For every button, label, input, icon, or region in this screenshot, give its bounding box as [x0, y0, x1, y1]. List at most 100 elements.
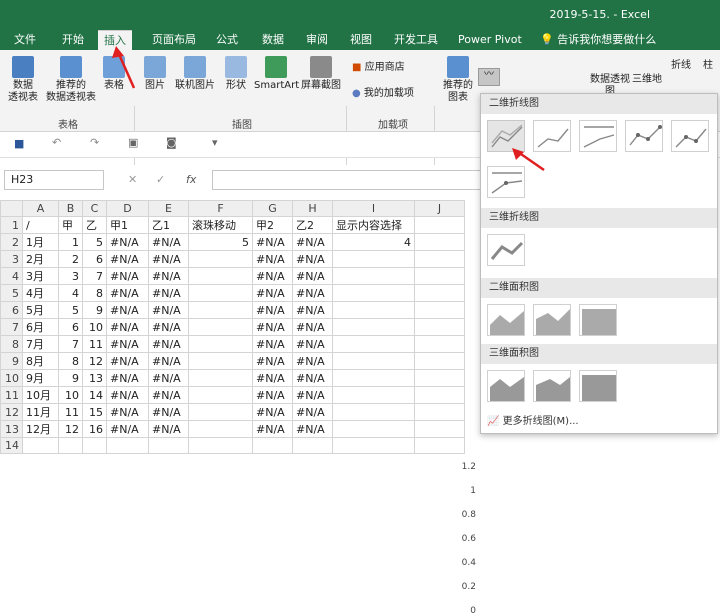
- cell[interactable]: [332, 437, 415, 454]
- cell[interactable]: [414, 267, 465, 285]
- cell[interactable]: #N/A: [148, 403, 189, 421]
- save-icon[interactable]: ■: [14, 137, 24, 150]
- redo-icon[interactable]: ↷: [90, 136, 99, 149]
- cell[interactable]: [188, 284, 253, 302]
- cell[interactable]: 12: [82, 352, 107, 370]
- cell[interactable]: 乙1: [148, 216, 189, 234]
- chart-type-stacked-line[interactable]: [533, 120, 571, 152]
- print-preview-icon[interactable]: ▣: [128, 136, 138, 149]
- tab-developer[interactable]: 开发工具: [394, 30, 438, 50]
- chart-type-3d-area[interactable]: [487, 370, 525, 402]
- cell[interactable]: 3: [58, 267, 83, 285]
- cell[interactable]: #N/A: [106, 267, 149, 285]
- my-addins-button[interactable]: ● 我的加载项: [352, 88, 422, 100]
- cell[interactable]: #N/A: [252, 369, 293, 387]
- cell[interactable]: 10月: [22, 386, 59, 404]
- cell[interactable]: 8: [82, 284, 107, 302]
- cell[interactable]: [332, 301, 415, 319]
- tab-home[interactable]: 开始: [62, 30, 84, 50]
- cell[interactable]: [414, 369, 465, 387]
- chart-type-100-stacked-line-markers[interactable]: [487, 166, 525, 198]
- cell[interactable]: [414, 420, 465, 438]
- col-header-c[interactable]: C: [82, 200, 107, 217]
- cell[interactable]: [188, 250, 253, 268]
- cell[interactable]: #N/A: [148, 267, 189, 285]
- recommended-charts-button[interactable]: 推荐的 图表: [440, 56, 476, 104]
- row-header[interactable]: 9: [0, 352, 23, 370]
- cell[interactable]: [252, 437, 293, 454]
- cell[interactable]: [414, 233, 465, 251]
- cell[interactable]: #N/A: [106, 318, 149, 336]
- cell[interactable]: 9: [58, 369, 83, 387]
- cell[interactable]: #N/A: [252, 352, 293, 370]
- cell[interactable]: 乙: [82, 216, 107, 234]
- cell[interactable]: [414, 318, 465, 336]
- cell[interactable]: [332, 420, 415, 438]
- chart-type-3d-stacked-area[interactable]: [533, 370, 571, 402]
- cell[interactable]: #N/A: [106, 420, 149, 438]
- row-header[interactable]: 3: [0, 250, 23, 268]
- cell[interactable]: 4月: [22, 284, 59, 302]
- cell[interactable]: #N/A: [292, 318, 333, 336]
- cell[interactable]: #N/A: [148, 420, 189, 438]
- picture-button[interactable]: 图片: [140, 56, 170, 92]
- shapes-button[interactable]: 形状: [220, 56, 252, 92]
- pivot-table-button[interactable]: 数据 透视表: [6, 56, 40, 104]
- cell[interactable]: [188, 301, 253, 319]
- cell[interactable]: [22, 437, 59, 454]
- 3d-map-button[interactable]: 三维地: [632, 74, 662, 86]
- line-chart-dropdown[interactable]: 〰: [478, 68, 500, 86]
- cell[interactable]: [332, 403, 415, 421]
- chart-type-100-stacked-line[interactable]: [579, 120, 617, 152]
- cell[interactable]: #N/A: [106, 250, 149, 268]
- cell[interactable]: /: [22, 216, 59, 234]
- cell[interactable]: [414, 301, 465, 319]
- customize-qat-icon[interactable]: ▾: [212, 136, 218, 149]
- cell[interactable]: #N/A: [148, 352, 189, 370]
- cell[interactable]: [332, 284, 415, 302]
- cell[interactable]: 4: [332, 233, 415, 251]
- cell[interactable]: [292, 437, 333, 454]
- cell[interactable]: #N/A: [252, 233, 293, 251]
- cell[interactable]: [414, 250, 465, 268]
- cell[interactable]: 显示内容选择: [332, 216, 415, 234]
- row-header[interactable]: 12: [0, 403, 23, 421]
- cell[interactable]: [148, 437, 189, 454]
- cell[interactable]: #N/A: [292, 301, 333, 319]
- cell[interactable]: 5: [188, 233, 253, 251]
- row-header[interactable]: 11: [0, 386, 23, 404]
- cell[interactable]: #N/A: [252, 403, 293, 421]
- cell[interactable]: [332, 352, 415, 370]
- cell[interactable]: 1月: [22, 233, 59, 251]
- chart-type-3d-line[interactable]: [487, 234, 525, 266]
- row-header[interactable]: 14: [0, 437, 23, 454]
- cell[interactable]: 8: [58, 352, 83, 370]
- cell[interactable]: 甲: [58, 216, 83, 234]
- col-header-j[interactable]: J: [414, 200, 465, 217]
- cell[interactable]: 滚珠移动: [188, 216, 253, 234]
- row-header[interactable]: 8: [0, 335, 23, 353]
- row-header[interactable]: 5: [0, 284, 23, 302]
- chart-type-area[interactable]: [487, 304, 525, 336]
- cell[interactable]: [188, 335, 253, 353]
- col-header-d[interactable]: D: [106, 200, 149, 217]
- cell[interactable]: #N/A: [292, 267, 333, 285]
- select-all[interactable]: [0, 200, 23, 217]
- cell[interactable]: #N/A: [148, 250, 189, 268]
- cell[interactable]: [82, 437, 107, 454]
- cell[interactable]: 16: [82, 420, 107, 438]
- cell[interactable]: #N/A: [106, 403, 149, 421]
- cell[interactable]: #N/A: [252, 318, 293, 336]
- tab-page-layout[interactable]: 页面布局: [152, 30, 196, 50]
- tab-data[interactable]: 数据: [262, 30, 284, 50]
- cell[interactable]: 2: [58, 250, 83, 268]
- cell[interactable]: [414, 335, 465, 353]
- cell[interactable]: #N/A: [148, 301, 189, 319]
- cell[interactable]: 甲2: [252, 216, 293, 234]
- cell[interactable]: 5: [82, 233, 107, 251]
- cell[interactable]: [188, 369, 253, 387]
- cell[interactable]: 15: [82, 403, 107, 421]
- cell[interactable]: #N/A: [252, 284, 293, 302]
- cell[interactable]: [188, 420, 253, 438]
- more-line-charts[interactable]: 📈 更多折线图(M)...: [487, 412, 579, 427]
